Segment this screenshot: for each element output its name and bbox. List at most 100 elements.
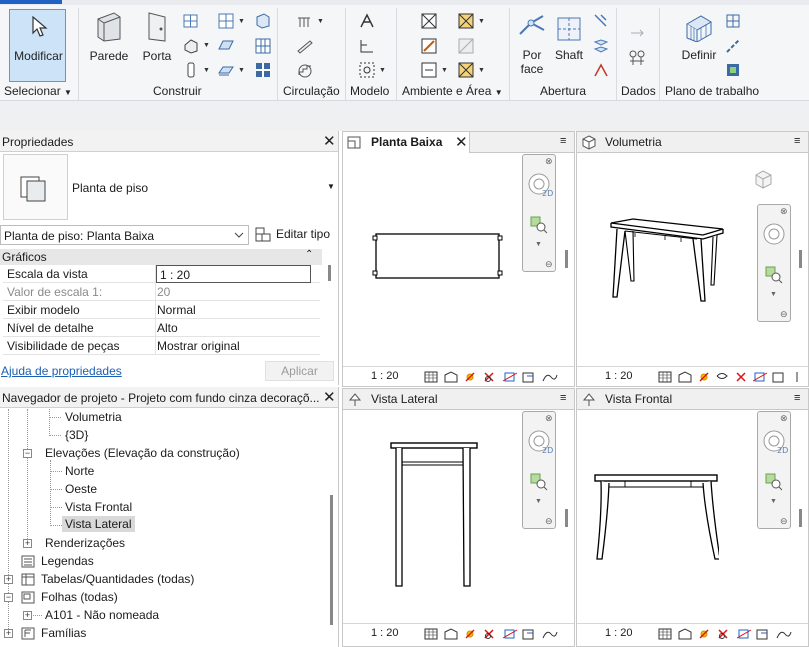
tree-item[interactable]: A101 - Não nomeada	[45, 608, 159, 622]
stair-icon[interactable]	[296, 61, 314, 79]
browser-scrollbar[interactable]	[330, 495, 333, 625]
minimize-icon[interactable]: ⊖	[545, 259, 553, 270]
tree-item-selected[interactable]: Vista Lateral	[62, 516, 135, 532]
expand-toggle-icon[interactable]: +	[23, 611, 32, 620]
floor-icon[interactable]	[217, 61, 235, 79]
steering-wheel-2d-icon[interactable]: 2D	[526, 428, 554, 456]
close-icon[interactable]: ✕	[323, 390, 336, 405]
tree-item[interactable]: Famílias	[41, 626, 86, 640]
property-row[interactable]: Visibilidade de peças Mostrar original	[3, 337, 320, 355]
navigation-bar[interactable]: ⊗ ▼ ⊖	[757, 204, 791, 322]
column-icon[interactable]	[182, 61, 200, 79]
dormer-opening-icon[interactable]	[592, 61, 610, 79]
dropdown-arrow-icon[interactable]: ▼	[441, 67, 448, 74]
modify-button[interactable]: Modificar	[9, 9, 66, 82]
roof-icon[interactable]	[217, 12, 235, 30]
view-scrollbar[interactable]	[565, 509, 568, 527]
apply-button[interactable]: Aplicar	[265, 361, 334, 381]
dropdown-arrow-icon[interactable]: ▼	[770, 498, 777, 505]
zoom-region-icon[interactable]	[764, 472, 784, 492]
steering-wheel-icon[interactable]	[761, 221, 789, 249]
view-menu-icon[interactable]: ≡	[794, 392, 800, 404]
tree-item[interactable]: Folhas (todas)	[41, 590, 118, 604]
tree-item[interactable]: Legendas	[41, 554, 94, 568]
close-icon[interactable]: ✕	[323, 134, 336, 149]
instance-selector[interactable]: Planta de piso: Planta Baixa	[0, 225, 249, 245]
close-icon[interactable]: ✕	[455, 135, 468, 150]
by-face-button[interactable]: Por face	[514, 12, 550, 76]
panel-plano[interactable]: Plano de trabalho	[665, 84, 759, 98]
area-icon[interactable]	[457, 12, 475, 30]
view-scale[interactable]: 1 : 20	[371, 370, 399, 382]
show-workplane-icon[interactable]	[724, 12, 742, 30]
view-menu-icon[interactable]: ≡	[560, 135, 566, 147]
panel-modelo[interactable]: Modelo	[350, 84, 389, 98]
ramp-icon[interactable]	[296, 37, 314, 55]
edit-type-button[interactable]: Editar tipo	[254, 226, 334, 244]
view-control-icons[interactable]	[657, 627, 802, 641]
panel-abertura[interactable]: Abertura	[540, 84, 586, 98]
panel-construir[interactable]: Construir	[153, 84, 202, 98]
expand-toggle-icon[interactable]: +	[4, 629, 13, 638]
expand-toggle-icon[interactable]: +	[4, 575, 13, 584]
minimize-icon[interactable]: ⊖	[780, 309, 788, 320]
view-scale[interactable]: 1 : 20	[371, 627, 399, 639]
vertical-opening-icon[interactable]	[592, 37, 610, 55]
zoom-region-icon[interactable]	[529, 215, 549, 235]
minimize-icon[interactable]: ⊖	[780, 516, 788, 527]
view-scale[interactable]: 1 : 20	[605, 370, 633, 382]
model-text-icon[interactable]	[358, 12, 376, 30]
set-workplane-button[interactable]: Definir	[678, 10, 720, 72]
grid-icon[interactable]	[628, 49, 646, 67]
view-scrollbar[interactable]	[799, 250, 802, 268]
shaft-button[interactable]: Shaft	[552, 12, 586, 74]
room-icon[interactable]	[420, 12, 438, 30]
viewcube-icon[interactable]	[751, 168, 775, 192]
door-button[interactable]: Porta	[138, 9, 176, 73]
view-control-icons[interactable]	[423, 370, 568, 384]
close-icon[interactable]: ⊗	[780, 413, 788, 424]
navigation-bar[interactable]: ⊗ 2D ▼ ⊖	[757, 411, 791, 529]
dropdown-arrow-icon[interactable]: ▼	[317, 18, 324, 25]
expand-toggle-icon[interactable]: +	[23, 539, 32, 548]
tree-item[interactable]: Volumetria	[65, 410, 122, 424]
view-planta-baixa[interactable]: Planta Baixa ✕ ≡ ⊗ 2D ▼ ⊖ 1 : 20	[342, 131, 575, 387]
dropdown-arrow-icon[interactable]: ▼	[770, 291, 777, 298]
railing-icon[interactable]	[296, 12, 314, 30]
tree-item[interactable]: Oeste	[65, 482, 97, 496]
tree-item[interactable]: {3D}	[65, 428, 88, 442]
wall-opening-icon[interactable]	[592, 12, 610, 30]
property-row[interactable]: Exibir modelo Normal	[3, 301, 320, 319]
ceiling-icon[interactable]	[217, 37, 235, 55]
dropdown-arrow-icon[interactable]: ▼	[203, 42, 210, 49]
panel-selecionar[interactable]: Selecionar ▼	[4, 84, 72, 98]
property-row[interactable]: Nível de detalhe Alto	[3, 319, 320, 337]
area-boundary-icon[interactable]	[457, 37, 475, 55]
collapse-toggle-icon[interactable]: −	[4, 593, 13, 602]
viewer-icon[interactable]	[724, 61, 742, 79]
window-icon[interactable]	[182, 12, 200, 30]
tree-item[interactable]: Tabelas/Quantidades (todas)	[41, 572, 194, 586]
dropdown-arrow-icon[interactable]: ▼	[203, 67, 210, 74]
dropdown-arrow-icon[interactable]: ▼	[379, 67, 386, 74]
panel-circulacao[interactable]: Circulação	[283, 84, 340, 98]
wall-button[interactable]: Parede	[86, 9, 132, 73]
tag-area-icon[interactable]	[457, 61, 475, 79]
view-scrollbar[interactable]	[799, 509, 802, 527]
tree-item[interactable]: Renderizações	[45, 536, 125, 550]
navigation-bar[interactable]: ⊗ 2D ▼ ⊖	[522, 411, 556, 529]
curtain-grid-icon[interactable]	[254, 37, 272, 55]
panel-ambiente[interactable]: Ambiente e Área ▼	[402, 84, 503, 98]
room-separator-icon[interactable]	[420, 37, 438, 55]
view-vista-frontal[interactable]: Vista Frontal ≡ ⊗ 2D ▼ ⊖ 1 : 20	[576, 388, 809, 647]
ref-plane-icon[interactable]	[724, 37, 742, 55]
dropdown-arrow-icon[interactable]: ▼	[535, 498, 542, 505]
tree-item[interactable]: Vista Frontal	[65, 500, 132, 514]
view-control-icons[interactable]	[423, 627, 568, 641]
dropdown-arrow-icon[interactable]: ▼	[478, 67, 485, 74]
active-ribbon-tab[interactable]	[0, 0, 62, 4]
dropdown-arrow-icon[interactable]: ▼	[478, 18, 485, 25]
view-scrollbar[interactable]	[565, 250, 568, 268]
collapse-toggle-icon[interactable]: −	[23, 449, 32, 458]
type-dropdown-arrow-icon[interactable]: ▼	[327, 182, 335, 191]
